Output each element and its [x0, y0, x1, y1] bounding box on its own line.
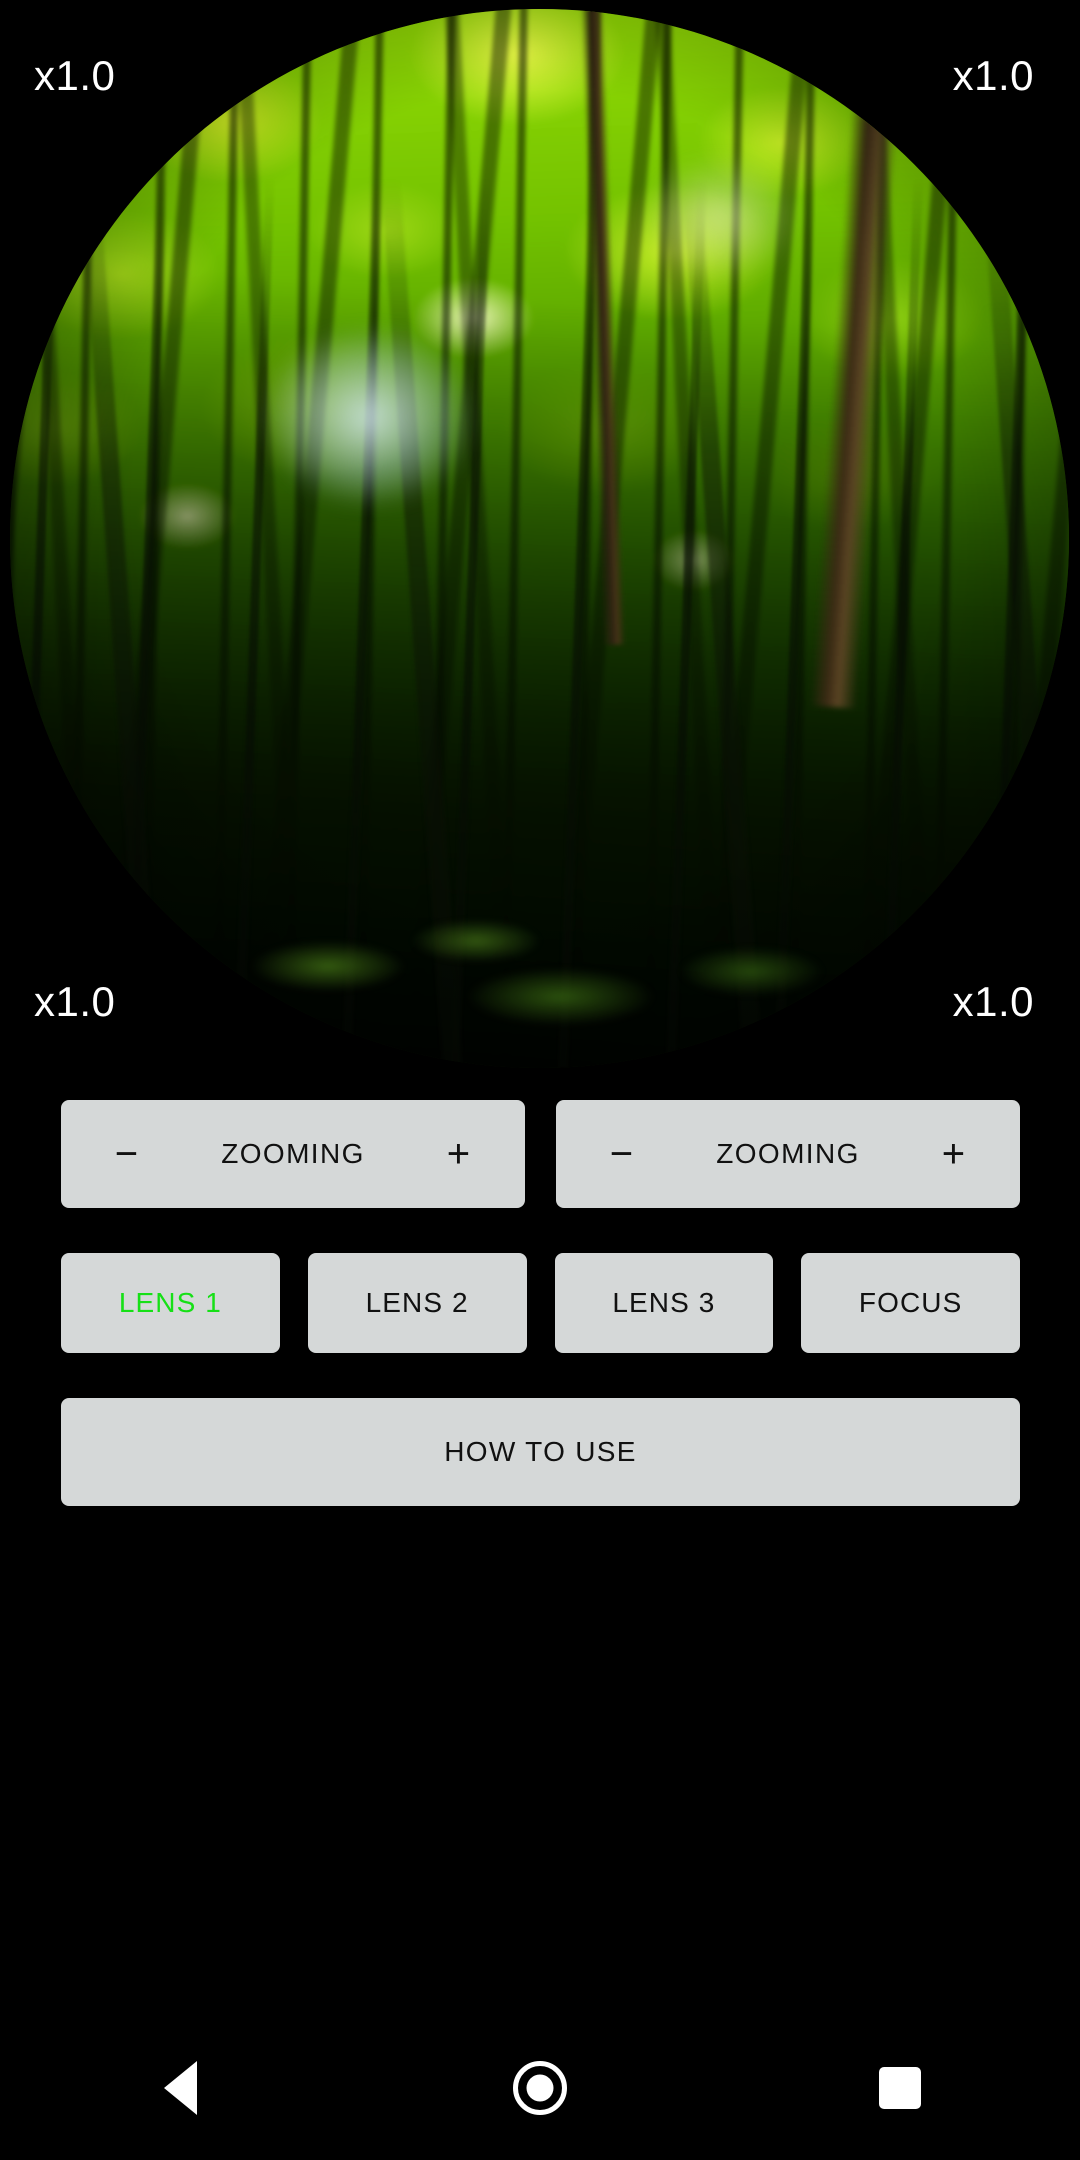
zoom-out-icon[interactable]: −: [600, 1134, 644, 1174]
lens-3-button[interactable]: LENS 3: [554, 1253, 774, 1353]
lens-2-button[interactable]: LENS 2: [307, 1253, 527, 1353]
nav-back-button[interactable]: [80, 2016, 280, 2160]
zoom-control-right[interactable]: − ZOOMING +: [556, 1100, 1020, 1208]
lens-selection-row: LENS 1 LENS 2 LENS 3 FOCUS: [61, 1253, 1020, 1353]
home-circle-icon: [513, 2061, 567, 2115]
back-triangle-icon: [163, 2061, 197, 2115]
zoom-control-left[interactable]: − ZOOMING +: [61, 1100, 525, 1208]
zoom-control-left-label: ZOOMING: [221, 1138, 365, 1169]
scope-vignette: [10, 9, 1069, 1068]
zoom-level-bottom-right: x1.0: [952, 978, 1034, 1025]
zoom-in-icon[interactable]: +: [932, 1134, 976, 1174]
zoom-level-bottom-left: x1.0: [34, 978, 116, 1025]
zoom-controls-row: − ZOOMING + − ZOOMING +: [61, 1100, 1020, 1208]
focus-button[interactable]: FOCUS: [801, 1253, 1020, 1353]
zoom-level-top-left: x1.0: [34, 52, 116, 99]
zoom-control-right-label: ZOOMING: [716, 1138, 860, 1169]
android-navigation-bar: [0, 2016, 1080, 2160]
zoom-level-top-right: x1.0: [952, 52, 1034, 99]
zoom-in-icon[interactable]: +: [437, 1134, 481, 1174]
how-to-use-button[interactable]: HOW TO USE: [61, 1398, 1020, 1506]
help-row: HOW TO USE: [61, 1398, 1020, 1506]
recents-square-icon: [879, 2067, 921, 2109]
control-panel: − ZOOMING + − ZOOMING + LENS 1 LENS 2 LE…: [61, 1100, 1020, 1506]
nav-home-button[interactable]: [440, 2016, 640, 2160]
viewfinder: x1.0 x1.0 x1.0 x1.0: [0, 0, 1080, 1080]
scope-circle-preview[interactable]: [10, 9, 1069, 1068]
nav-recents-button[interactable]: [800, 2016, 1000, 2160]
lens-1-button[interactable]: LENS 1: [61, 1253, 280, 1353]
zoom-out-icon[interactable]: −: [105, 1134, 149, 1174]
